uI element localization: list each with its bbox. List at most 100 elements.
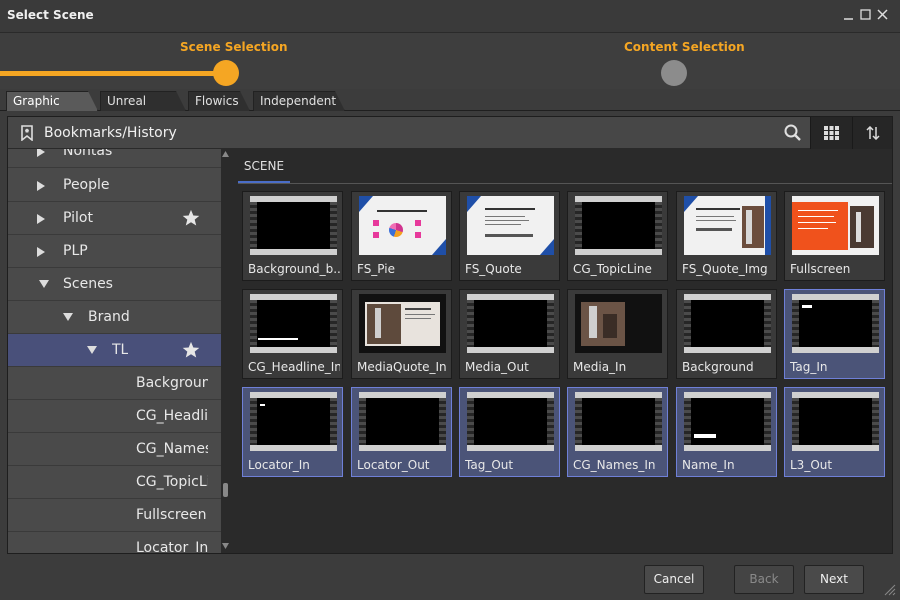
panel-title: Bookmarks/History <box>44 125 177 141</box>
scene-name: Media_Out <box>465 360 529 374</box>
scene-preview-image <box>792 392 879 451</box>
star-icon[interactable] <box>182 209 200 227</box>
maximize-icon[interactable] <box>859 8 873 22</box>
scene-thumbnail[interactable]: MediaQuote_In <box>351 289 452 379</box>
tree-item-tl[interactable]: TL <box>8 334 221 367</box>
scene-name: FS_Quote <box>465 262 522 276</box>
tab-graphic-hub[interactable]: Graphic Hub <box>6 91 98 111</box>
divider <box>238 183 892 184</box>
tree-item-people[interactable]: People <box>8 169 221 202</box>
scene-preview-image <box>250 196 337 255</box>
collapse-arrow-icon[interactable] <box>38 279 50 289</box>
scene-thumbnail[interactable]: CG_Headline_In <box>242 289 343 379</box>
scene-thumbnail[interactable]: FS_Pie <box>351 191 452 281</box>
sort-button[interactable] <box>852 117 892 149</box>
scene-thumbnail[interactable]: Media_In <box>567 289 668 379</box>
scene-name: L3_Out <box>790 458 833 472</box>
scene-thumbnail[interactable]: Locator_In <box>242 387 343 477</box>
tree-item-label: CG_Names_ <box>136 441 208 457</box>
tree-scrollbar[interactable] <box>221 149 230 553</box>
title-bar: Select Scene <box>0 0 900 33</box>
scene-thumbnail[interactable]: Tag_In <box>784 289 885 379</box>
scene-name: Locator_Out <box>357 458 430 472</box>
expand-arrow-icon[interactable] <box>36 246 46 258</box>
tab-scene[interactable]: SCENE <box>238 155 290 183</box>
bookmark-icon <box>21 125 33 141</box>
source-tabs: Graphic Hub Unreal Hub Flowics Independe… <box>0 89 900 111</box>
star-icon[interactable] <box>182 341 200 359</box>
scene-preview-image <box>467 196 554 255</box>
tree-item-pilot[interactable]: Pilot <box>8 202 221 235</box>
scene-thumbnail[interactable]: CG_Names_In <box>567 387 668 477</box>
tree-item-scene[interactable]: CG_Names_ <box>8 433 221 466</box>
scene-name: Background_b... <box>248 262 340 276</box>
scene-preview-image <box>359 392 446 451</box>
step-scene-selection-label: Scene Selection <box>180 40 288 54</box>
tree-item-scene[interactable]: CG_Headline <box>8 400 221 433</box>
step-scene-selection-dot[interactable] <box>213 60 239 86</box>
tab-independent[interactable]: Independent <box>253 91 345 111</box>
scene-preview-image <box>467 294 554 353</box>
scene-name: Tag_Out <box>465 458 514 472</box>
step-content-selection-dot[interactable] <box>661 60 687 86</box>
tree-item-label: Background <box>136 375 208 391</box>
scene-thumbnail[interactable]: Fullscreen <box>784 191 885 281</box>
tree-item-nontas[interactable]: Nontas <box>8 149 221 168</box>
scene-thumbnail[interactable]: Tag_Out <box>459 387 560 477</box>
search-icon[interactable] <box>784 124 802 142</box>
cancel-button[interactable]: Cancel <box>644 565 704 594</box>
tree-item-scene[interactable]: Locator_In <box>8 532 221 553</box>
tab-flowics[interactable]: Flowics <box>188 91 250 111</box>
tree-item-label: Locator_In <box>136 540 209 553</box>
scene-preview-image <box>359 294 446 353</box>
tree-item-scene[interactable]: CG_TopicLine <box>8 466 221 499</box>
scroll-down-icon[interactable] <box>222 543 229 549</box>
scene-name: Locator_In <box>248 458 310 472</box>
close-icon[interactable] <box>876 8 890 22</box>
sort-icon <box>866 126 880 140</box>
scene-name: Background <box>682 360 754 374</box>
scene-name: Media_In <box>573 360 627 374</box>
minimize-icon[interactable] <box>842 8 856 22</box>
grid-icon <box>824 126 839 140</box>
scene-thumbnail[interactable]: L3_Out <box>784 387 885 477</box>
scene-thumbnail[interactable]: Name_In <box>676 387 777 477</box>
expand-arrow-icon[interactable] <box>36 180 46 192</box>
scene-thumbnail[interactable]: Locator_Out <box>351 387 452 477</box>
collapse-arrow-icon[interactable] <box>62 312 74 322</box>
tree-item-brand[interactable]: Brand <box>8 301 221 334</box>
expand-arrow-icon[interactable] <box>36 213 46 225</box>
tree-item-scenes[interactable]: Scenes <box>8 268 221 301</box>
tree-item-scene[interactable]: Fullscreen <box>8 499 221 532</box>
bookmark-tree: Nontas People Pilot PLP Scenes Brand TL <box>8 149 221 553</box>
scene-thumbnail[interactable]: FS_Quote_Img <box>676 191 777 281</box>
back-button[interactable]: Back <box>734 565 794 594</box>
tree-item-scene[interactable]: Background <box>8 367 221 400</box>
tree-item-plp[interactable]: PLP <box>8 235 221 268</box>
tree-item-label: Scenes <box>63 276 113 292</box>
stepper-progress-track <box>0 71 226 76</box>
scroll-thumb[interactable] <box>223 483 228 497</box>
tree-item-label: PLP <box>63 243 88 259</box>
scene-thumbnail[interactable]: Background <box>676 289 777 379</box>
scene-thumbnail[interactable]: Background_b... <box>242 191 343 281</box>
scene-preview-image <box>684 392 771 451</box>
scene-preview-image <box>684 196 771 255</box>
collapse-arrow-icon[interactable] <box>86 345 98 355</box>
scene-name: Tag_In <box>790 360 828 374</box>
grid-view-button[interactable] <box>810 117 852 149</box>
expand-arrow-icon[interactable] <box>36 149 46 158</box>
scene-thumbnail[interactable]: FS_Quote <box>459 191 560 281</box>
next-button[interactable]: Next <box>804 565 864 594</box>
scene-name: Name_In <box>682 458 735 472</box>
resize-grip-icon[interactable] <box>882 582 896 596</box>
scene-thumbnail[interactable]: CG_TopicLine <box>567 191 668 281</box>
scene-thumbnail[interactable]: Media_Out <box>459 289 560 379</box>
tab-unreal-hub[interactable]: Unreal Hub <box>100 91 186 111</box>
scene-preview-image <box>575 196 662 255</box>
scene-preview-image <box>792 294 879 353</box>
scene-preview-image <box>467 392 554 451</box>
scene-preview-image <box>684 294 771 353</box>
browser-panel: Bookmarks/History Nontas People Pilot PL… <box>7 116 893 554</box>
scroll-up-icon[interactable] <box>222 151 229 157</box>
